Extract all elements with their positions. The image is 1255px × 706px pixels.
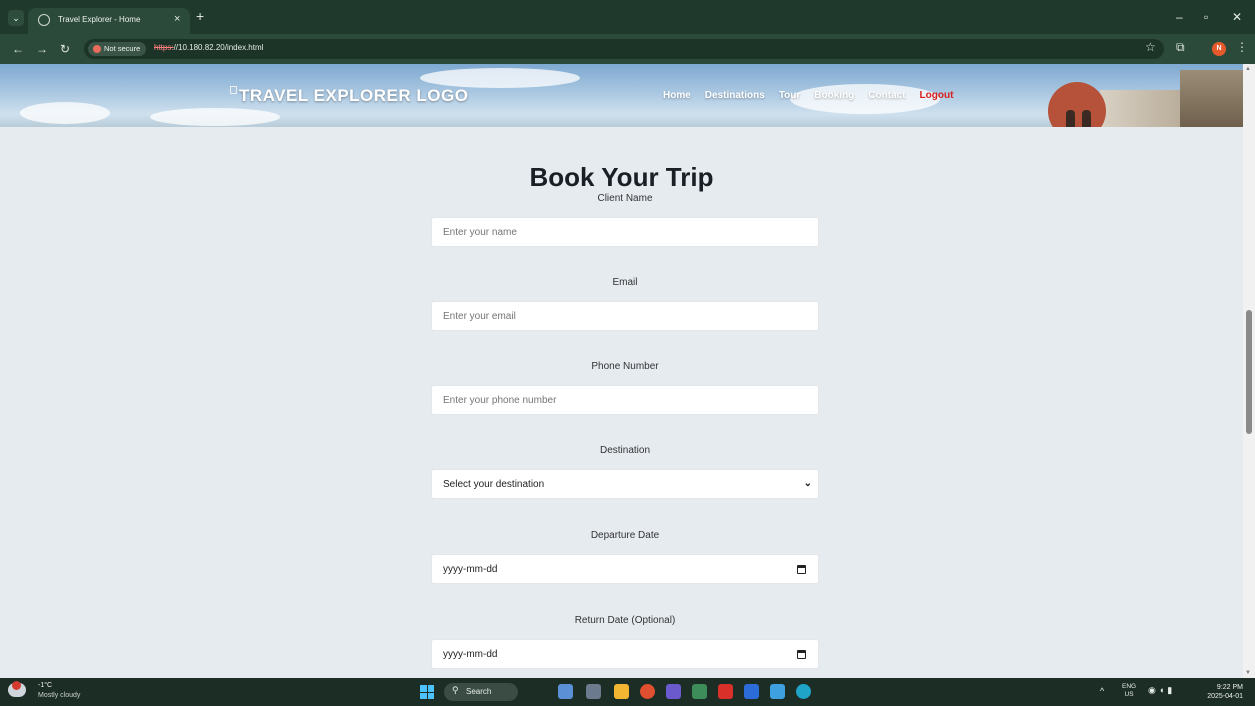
taskbar-app-icon[interactable] [718, 684, 733, 699]
email-field[interactable] [431, 301, 819, 331]
address-bar[interactable]: Not secure https://10.180.82.20/index.ht… [84, 39, 1164, 59]
new-tab-button[interactable]: + [196, 8, 204, 24]
browser-toolbar: ← → ↻ Not secure https://10.180.82.20/in… [0, 34, 1255, 64]
close-icon[interactable]: ✕ [1232, 10, 1242, 24]
main-nav: Home Destinations Tour Booking Contact L… [663, 90, 953, 101]
return-date-field[interactable]: yyyy-mm-dd [431, 639, 819, 669]
page-scrollbar[interactable]: ▲ ▼ [1243, 64, 1255, 678]
menu-icon[interactable]: ⋮ [1236, 40, 1248, 54]
destination-selected-value: Select your destination [443, 479, 545, 490]
taskbar-app-icon[interactable] [744, 684, 759, 699]
site-logo[interactable]: TRAVEL EXPLORER LOGO [230, 86, 468, 106]
client-name-input[interactable] [432, 218, 818, 246]
browser-tab-bar: ⌄ Travel Explorer - Home × + – ▫ ✕ [0, 0, 1255, 34]
taskbar-app-icon[interactable] [770, 684, 785, 699]
start-button[interactable] [420, 685, 434, 699]
destination-select[interactable]: Select your destination ⌄ [431, 469, 819, 499]
chevron-down-icon: ⌄ [803, 478, 812, 489]
tab-search-icon[interactable]: ⌄ [8, 10, 24, 26]
client-name-label: Client Name [597, 193, 653, 204]
cloud-decoration [420, 68, 580, 88]
cloud-decoration [150, 108, 280, 126]
phone-field[interactable] [431, 385, 819, 415]
departure-date-label: Departure Date [590, 530, 660, 541]
email-input[interactable] [432, 302, 818, 330]
browser-tab[interactable]: Travel Explorer - Home × [28, 8, 190, 34]
extensions-icon[interactable]: ⧉ [1176, 40, 1185, 55]
clock-time: 9:22 PM [1216, 684, 1243, 691]
forward-icon[interactable]: → [36, 42, 48, 56]
departure-date-value: yyyy-mm-dd [443, 564, 498, 575]
page-title: Book Your Trip [529, 162, 714, 192]
site-icon [38, 14, 50, 26]
weather-alert-badge [12, 681, 21, 690]
logo-text: TRAVEL EXPLORER LOGO [239, 86, 469, 105]
taskbar-app-icon[interactable] [586, 684, 601, 699]
cloud-decoration [20, 102, 110, 124]
minimize-icon[interactable]: – [1176, 10, 1183, 24]
bookmark-star-icon[interactable]: ☆ [1145, 40, 1156, 54]
taskbar-app-icon[interactable] [640, 684, 655, 699]
reload-icon[interactable]: ↻ [60, 42, 70, 56]
security-label: Not secure [104, 44, 141, 53]
nav-tour[interactable]: Tour [779, 90, 800, 101]
destination-label: Destination [599, 445, 651, 456]
nav-contact[interactable]: Contact [868, 90, 905, 101]
header-building-image [1030, 70, 1243, 127]
language-indicator[interactable]: ENG US [1122, 683, 1136, 699]
scroll-down-icon[interactable]: ▼ [1245, 670, 1251, 676]
windows-taskbar: -1°C Mostly cloudy ⚲ Search ^ ENG US ◉◖▮… [0, 678, 1255, 706]
warning-icon [93, 45, 101, 53]
dome-window [1066, 110, 1075, 127]
phone-label: Phone Number [591, 361, 659, 372]
back-icon[interactable]: ← [12, 42, 24, 56]
calendar-icon[interactable] [797, 565, 806, 574]
return-date-value: yyyy-mm-dd [443, 649, 498, 660]
restore-icon[interactable]: ▫ [1204, 10, 1208, 24]
calendar-icon[interactable] [797, 650, 806, 659]
broken-image-icon [230, 86, 237, 94]
url-path: //10.180.82.20/index.html [173, 43, 264, 52]
weather-description: Mostly cloudy [38, 692, 81, 699]
weather-temperature: -1°C [38, 682, 53, 689]
profile-avatar[interactable]: N [1212, 42, 1226, 56]
client-name-field[interactable] [431, 217, 819, 247]
scrollbar-thumb[interactable] [1246, 310, 1252, 434]
taskbar-app-icon[interactable] [614, 684, 629, 699]
clock-date: 2025-04-01 [1207, 693, 1243, 700]
nav-destinations[interactable]: Destinations [705, 90, 765, 101]
taskbar-app-icon[interactable] [558, 684, 573, 699]
taskbar-app-icon[interactable] [796, 684, 811, 699]
nav-home[interactable]: Home [663, 90, 691, 101]
nav-logout[interactable]: Logout [920, 90, 954, 101]
email-label: Email [612, 277, 638, 288]
departure-date-field[interactable]: yyyy-mm-dd [431, 554, 819, 584]
url-text: https://10.180.82.20/index.html [154, 43, 263, 52]
taskbar-app-icon[interactable] [692, 684, 707, 699]
search-icon: ⚲ [452, 685, 459, 695]
language-code: ENG [1122, 683, 1137, 690]
dome-window [1082, 110, 1091, 127]
clock[interactable]: 9:22 PM 2025-04-01 [1195, 683, 1243, 701]
search-label: Search [466, 687, 492, 696]
phone-input[interactable] [432, 386, 818, 414]
scroll-up-icon[interactable]: ▲ [1245, 66, 1251, 72]
taskbar-app-icon[interactable] [666, 684, 681, 699]
region-code: US [1124, 691, 1134, 698]
tab-title: Travel Explorer - Home [58, 15, 141, 24]
security-badge[interactable]: Not secure [88, 42, 147, 56]
tab-close-icon[interactable]: × [174, 13, 180, 25]
chevron-up-icon[interactable]: ^ [1100, 686, 1104, 696]
building-dome [1048, 82, 1106, 127]
site-header: TRAVEL EXPLORER LOGO Home Destinations T… [0, 64, 1243, 127]
return-date-label: Return Date (Optional) [574, 615, 676, 626]
url-protocol: https: [154, 43, 174, 52]
system-tray-icons[interactable]: ◉◖▮ [1148, 685, 1175, 696]
nav-booking[interactable]: Booking [814, 90, 854, 101]
building-wall [1180, 70, 1243, 127]
taskbar-search[interactable]: ⚲ Search [444, 683, 518, 701]
